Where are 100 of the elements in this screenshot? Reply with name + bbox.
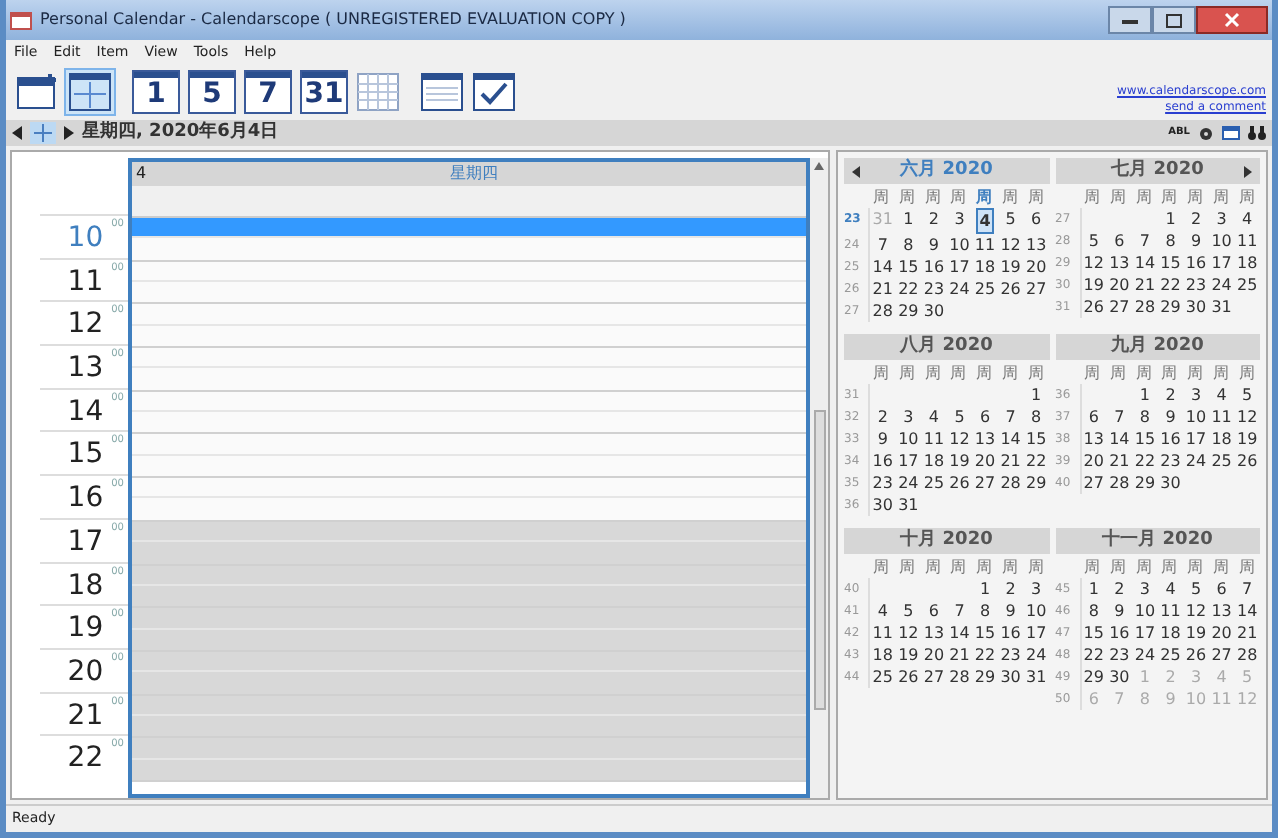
calendar-day[interactable]: 9 [1163,406,1178,428]
calendar-day[interactable]: 28 [870,300,895,322]
calendar-day[interactable]: 20 [921,644,947,666]
calendar-day[interactable]: 5 [952,406,967,428]
calendar-day[interactable]: 28 [1107,472,1132,494]
calendar-day[interactable]: 5 [1240,384,1255,406]
calendar-day[interactable]: 9 [926,234,941,256]
toolbar-button[interactable]: 5 [186,68,238,116]
calendar-day[interactable]: 3 [1188,384,1204,406]
calendar-day[interactable]: 27 [921,666,947,688]
calendar-day[interactable]: 14 [947,622,972,644]
calendar-day[interactable]: 24 [1023,644,1049,666]
calendar-day[interactable]: 17 [1209,252,1234,274]
calendar-day[interactable]: 18 [1158,622,1183,644]
calendar-day[interactable]: 19 [998,256,1023,278]
calendar-day[interactable]: 24 [1132,644,1158,666]
calendar-day[interactable]: 19 [1234,428,1260,450]
calendar-day[interactable]: 11 [870,622,895,644]
calendar-day[interactable]: 14 [870,256,895,278]
calendar-day[interactable]: 23 [1158,450,1183,472]
calendar-day[interactable]: 24 [947,278,972,300]
calendar-day[interactable]: 15 [1023,428,1049,450]
calendar-day[interactable]: 7 [1112,406,1127,428]
calendar-day[interactable]: 27 [972,472,998,494]
calendar-day[interactable]: 9 [1188,230,1204,252]
calendar-day[interactable]: 5 [901,600,916,622]
calendar-day[interactable]: 6 [977,406,993,428]
toolbar-button[interactable] [66,70,114,114]
calendar-day[interactable]: 26 [896,666,921,688]
time-slot[interactable] [132,304,806,349]
calendar-day[interactable]: 4 [1214,384,1229,406]
calendar-day[interactable]: 7 [1003,406,1018,428]
time-slot[interactable] [132,218,806,262]
calendar-day[interactable]: 17 [1132,622,1158,644]
calendar-day[interactable]: 21 [1234,622,1260,644]
calendar-day[interactable]: 16 [921,256,947,278]
calendar-day[interactable]: 11 [972,234,998,256]
calendar-day[interactable]: 8 [1163,230,1178,252]
calendar-day[interactable]: 22 [972,644,998,666]
calendar-day[interactable]: 12 [998,234,1023,256]
today-button[interactable] [30,122,56,144]
toolbar-button[interactable]: 1 [130,68,182,116]
time-slot[interactable] [132,391,806,435]
calendar-day[interactable]: 18 [870,644,895,666]
calendar-day[interactable]: 29 [1158,296,1183,318]
calendar-day[interactable]: 2 [926,208,941,234]
calendar-day[interactable]: 20 [1107,274,1132,296]
calendar-day[interactable]: 7 [875,234,890,256]
calendar-day[interactable]: 25 [1158,644,1183,666]
calendar-day[interactable]: 21 [870,278,895,300]
calendar-day[interactable]: 12 [896,622,921,644]
time-slot[interactable] [132,434,806,479]
calendar-day[interactable]: 3 [901,406,916,428]
calendar-day[interactable]: 20 [972,450,998,472]
calendar-day[interactable]: 8 [901,234,916,256]
calendar-day[interactable]: 2 [875,406,890,428]
calendar-day[interactable]: 25 [870,666,895,688]
vertical-scrollbar[interactable] [810,158,828,798]
calendar-day[interactable]: 1 [901,208,916,234]
calendar-day[interactable]: 26 [1081,296,1106,318]
calendar-day[interactable]: 15 [1132,428,1158,450]
calendar-day[interactable]: 26 [947,472,972,494]
calendar-day[interactable]: 10 [896,428,921,450]
calendar-day[interactable]: 19 [947,450,972,472]
all-day-area[interactable] [132,186,806,218]
calendar-day[interactable]: 23 [998,644,1023,666]
calendar-day[interactable]: 12 [1081,252,1106,274]
calendar-day[interactable]: 30 [1158,472,1183,494]
calendar-day[interactable]: 8 [1137,406,1152,428]
calendar-day[interactable]: 23 [870,472,895,494]
calendar-day[interactable]: 25 [1234,274,1260,296]
calendar-day[interactable]: 29 [1132,472,1158,494]
calendar-day[interactable]: 21 [1107,450,1132,472]
calendar-day[interactable]: 16 [1107,622,1132,644]
next-month-arrow-icon[interactable] [1244,165,1252,177]
calendar-day[interactable]: 16 [870,450,895,472]
calendar-day[interactable]: 17 [1183,428,1209,450]
calendar-day[interactable]: 30 [921,300,947,322]
calendar-day[interactable]: 15 [1081,622,1106,644]
calendar-day[interactable]: 24 [896,472,921,494]
calendar-day[interactable]: 21 [1132,274,1158,296]
calendar-day[interactable]: 27 [1209,644,1234,666]
calendar-day[interactable]: 4 [975,208,995,234]
calendar-day[interactable]: 13 [1107,252,1132,274]
calendar-day[interactable]: 18 [1209,428,1234,450]
calendar-day[interactable]: 2 [1003,578,1018,600]
calendar-day[interactable]: 3 [1137,578,1152,600]
calendar-day[interactable]: 9 [1112,600,1127,622]
calendar-day[interactable]: 1 [1086,578,1101,600]
calendar-day[interactable]: 21 [947,644,972,666]
calendar-day[interactable]: 27 [1107,296,1132,318]
calendar-day[interactable]: 26 [998,278,1023,300]
calendar-day[interactable]: 14 [1234,600,1260,622]
window-icon[interactable] [1222,126,1240,140]
calendar-day[interactable]: 31 [896,494,921,516]
calendar-day[interactable]: 1 [977,578,993,600]
scroll-up-arrow-icon[interactable] [814,162,824,170]
calendar-day[interactable]: 22 [896,278,921,300]
calendar-day[interactable]: 21 [998,450,1023,472]
calendar-day[interactable]: 10 [1183,406,1209,428]
